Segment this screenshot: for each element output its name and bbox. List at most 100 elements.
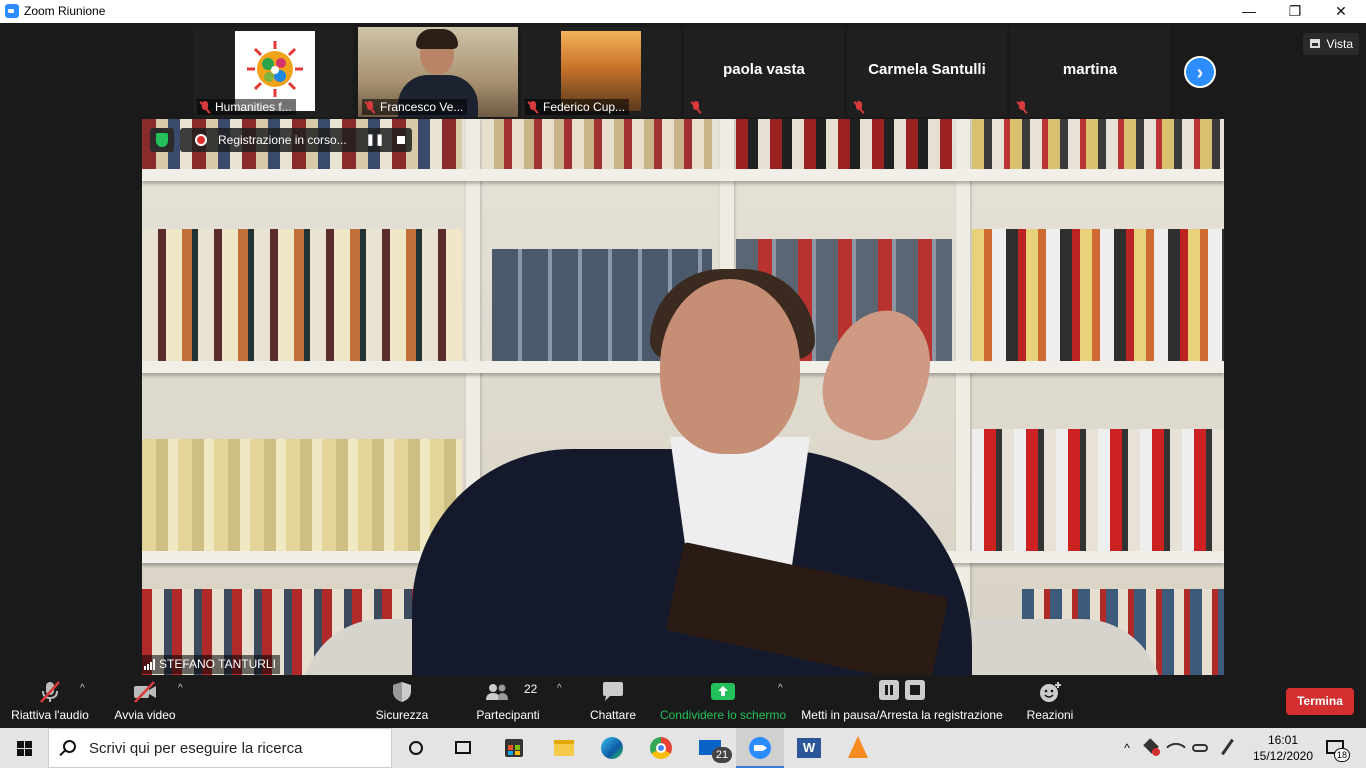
chat-label: Chattare [589, 708, 637, 722]
participant-thumbnail[interactable]: Francesco Ve... [358, 27, 518, 117]
participant-name: Francesco Ve... [380, 100, 464, 114]
muted-mic-icon [199, 100, 211, 114]
stop-recording-icon [905, 680, 925, 700]
clock-time: 16:01 [1267, 733, 1299, 747]
stop-recording-button[interactable] [390, 128, 412, 152]
thumbnail-label [688, 100, 706, 115]
taskbar-clock[interactable]: 16:01 15/12/2020 [1250, 728, 1316, 768]
recording-dot-icon [195, 134, 207, 146]
participant-thumbnail[interactable]: martina [1010, 27, 1170, 117]
show-hidden-icons-chevron[interactable]: ^ [1118, 728, 1136, 768]
edge-browser-icon [601, 737, 623, 759]
recording-controls-label: Metti in pausa/Arresta la registrazione [801, 708, 1003, 722]
participant-thumbnail[interactable]: paola vasta [684, 27, 844, 117]
recording-status: Registrazione in corso... [218, 133, 347, 147]
clock-date: 15/12/2020 [1252, 749, 1314, 763]
recording-indicator-bar: Registrazione in corso... ❚❚ [150, 128, 412, 152]
participant-thumbnail[interactable]: Carmela Santulli [847, 27, 1007, 117]
share-screen-label: Condividere lo schermo [659, 708, 787, 722]
chat-bubble-icon [603, 682, 623, 701]
taskbar-file-explorer[interactable] [540, 728, 588, 768]
video-off-icon [134, 681, 156, 703]
taskbar-chrome-browser[interactable] [637, 728, 685, 768]
reactions-button[interactable]: Reazioni [1020, 675, 1080, 728]
search-icon [63, 740, 76, 753]
unmute-label: Riattiva l'audio [11, 708, 89, 722]
pen-workspace-icon[interactable] [1218, 728, 1238, 768]
muted-mic-icon [527, 100, 539, 114]
taskbar-zoom-app[interactable] [736, 728, 784, 768]
connection-signal-icon [144, 659, 155, 670]
windows-taskbar: Scrivi qui per eseguire la ricerca 21 W … [0, 728, 1366, 768]
dropbox-tray-icon[interactable] [1142, 728, 1162, 768]
participants-options-caret[interactable]: ^ [557, 683, 562, 694]
participant-name: martina [1062, 61, 1118, 78]
participants-button[interactable]: 22 Partecipanti [470, 675, 546, 728]
meeting-controls-toolbar: Riattiva l'audio ^ Avvia video ^ Sicurez… [0, 675, 1366, 728]
share-options-caret[interactable]: ^ [778, 683, 783, 694]
maximize-button[interactable]: ❐ [1272, 0, 1318, 23]
participants-count: 22 [524, 682, 538, 696]
audio-options-caret[interactable]: ^ [80, 683, 85, 694]
store-bag-icon [505, 739, 523, 757]
taskbar-vlc-app[interactable] [834, 728, 882, 768]
vlc-cone-icon [848, 736, 868, 758]
recording-controls-button[interactable]: Metti in pausa/Arresta la registrazione [800, 675, 1004, 728]
title-bar: Zoom Riunione — ❐ ✕ [0, 0, 1366, 23]
taskbar-search-box[interactable]: Scrivi qui per eseguire la ricerca [48, 728, 392, 768]
participant-name: Humanities f... [215, 100, 292, 114]
cortana-circle-icon [409, 741, 423, 755]
start-button[interactable] [0, 728, 48, 768]
start-video-label: Avvia video [114, 708, 176, 722]
onedrive-cloud-icon[interactable] [1190, 728, 1210, 768]
participants-icon [486, 684, 509, 700]
recording-pill: Registrazione in corso... ❚❚ [180, 128, 412, 152]
security-label: Sicurezza [375, 708, 429, 722]
participant-thumbnail[interactable]: Federico Cup... [521, 27, 681, 117]
action-center-button[interactable]: 18 [1320, 728, 1356, 768]
share-screen-button[interactable]: Condividere lo schermo [657, 675, 789, 728]
cortana-button[interactable] [392, 728, 440, 768]
view-button-label: Vista [1326, 37, 1353, 51]
search-placeholder: Scrivi qui per eseguire la ricerca [89, 740, 303, 757]
active-speaker-name: STEFANO TANTURLI [159, 657, 276, 671]
muted-mic-icon [364, 100, 376, 114]
thumbnail-label: Humanities f... [197, 99, 296, 115]
pause-recording-button[interactable]: ❚❚ [364, 128, 386, 152]
start-video-button[interactable]: Avvia video [104, 675, 186, 728]
taskbar-word-app[interactable]: W [785, 728, 833, 768]
muted-microphone-icon [40, 681, 60, 703]
security-button[interactable]: Sicurezza [366, 675, 438, 728]
chrome-browser-icon [650, 737, 672, 759]
encryption-shield-icon[interactable] [150, 128, 174, 152]
chat-button[interactable]: Chattare [584, 675, 642, 728]
taskbar-mail-app[interactable]: 21 [686, 728, 734, 768]
word-document-icon: W [797, 738, 821, 758]
muted-mic-icon [1016, 101, 1028, 114]
muted-mic-icon [690, 101, 702, 114]
mail-unread-badge: 21 [712, 747, 732, 763]
close-button[interactable]: ✕ [1318, 0, 1364, 23]
video-options-caret[interactable]: ^ [178, 683, 183, 694]
wifi-icon[interactable] [1166, 728, 1186, 768]
taskbar-edge-browser[interactable] [588, 728, 636, 768]
taskbar-store-app[interactable] [490, 728, 538, 768]
view-button[interactable]: Vista [1303, 33, 1359, 55]
thumbnail-label: Federico Cup... [525, 99, 630, 115]
share-screen-icon [711, 683, 735, 700]
folder-icon [554, 740, 574, 756]
reactions-label: Reazioni [1026, 708, 1074, 722]
speaker-face [660, 279, 800, 454]
next-page-arrow-button[interactable]: › [1184, 56, 1216, 88]
minimize-button[interactable]: — [1226, 0, 1272, 23]
participant-name: paola vasta [723, 61, 805, 78]
notification-count-badge: 18 [1334, 748, 1350, 762]
participants-label: Partecipanti [476, 708, 540, 722]
windows-logo-icon [17, 741, 32, 756]
task-view-button[interactable] [440, 728, 488, 768]
participant-thumbnail[interactable]: Humanities f... [193, 27, 353, 117]
zoom-camera-icon [749, 737, 771, 759]
end-meeting-button[interactable]: Termina [1286, 688, 1354, 715]
window-title: Zoom Riunione [24, 4, 106, 18]
active-speaker-label: STEFANO TANTURLI [142, 655, 280, 674]
